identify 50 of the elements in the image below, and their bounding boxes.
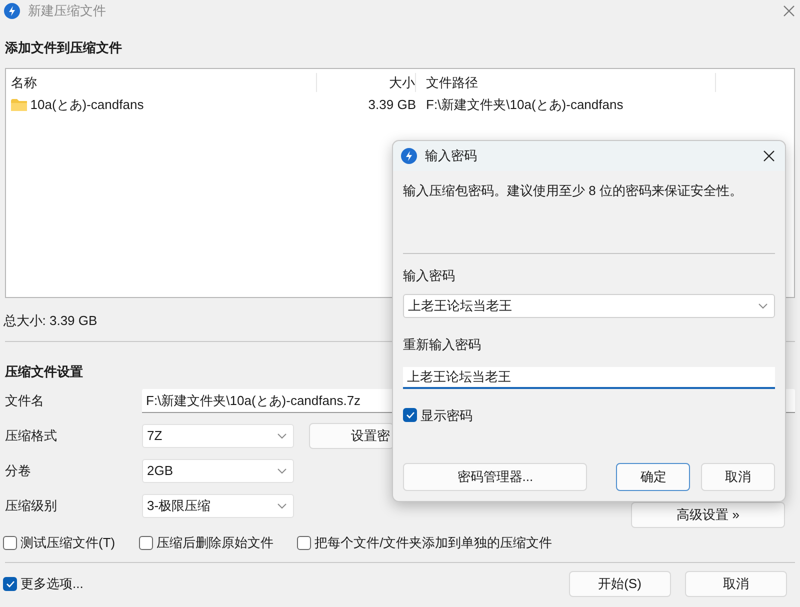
chevron-icon — [277, 468, 287, 474]
ok-button[interactable]: 确定 — [616, 463, 690, 491]
checkbox-label: 把每个文件/文件夹添加到单独的压缩文件 — [314, 534, 552, 552]
chevron-icon — [277, 433, 287, 439]
column-header[interactable]: 文件路径 — [416, 72, 716, 92]
password-field[interactable]: 上老王论坛当老王 — [403, 294, 775, 318]
checkbox[interactable] — [139, 536, 154, 550]
confirm-password-field[interactable]: 上老王论坛当老王 — [403, 366, 775, 388]
check-icon — [5, 578, 16, 588]
dialog-message: 输入压缩包密码。建议使用至少 8 位的密码来保证安全性。 — [403, 182, 742, 200]
checkbox[interactable] — [297, 536, 312, 550]
checkbox-label: 更多选项... — [20, 574, 84, 593]
field-label: 重新输入密码 — [403, 336, 481, 354]
app-icon — [401, 148, 417, 164]
cancel-button[interactable]: 取消 — [701, 463, 775, 491]
column-header[interactable]: 大小 — [317, 72, 416, 92]
password-manager-button[interactable]: 密码管理器... — [403, 463, 588, 491]
checkbox[interactable] — [3, 576, 18, 590]
window-title: 新建压缩文件 — [28, 2, 107, 20]
cancel-button[interactable]: 取消 — [684, 570, 787, 596]
start-button[interactable]: 开始(S) — [568, 570, 671, 596]
set-password-button[interactable]: 设置密 — [309, 423, 394, 449]
field-label: 压缩级别 — [5, 497, 58, 516]
check-icon — [405, 410, 415, 420]
dropdown[interactable]: 2GB — [142, 459, 294, 483]
dropdown[interactable]: 3-极限压缩 — [142, 494, 294, 518]
checkbox[interactable] — [3, 536, 18, 550]
checkbox-label: 显示密码 — [420, 406, 472, 424]
section-heading: 压缩文件设置 — [4, 363, 84, 381]
section-heading: 添加文件到压缩文件 — [4, 39, 123, 57]
checkbox-label: 压缩后删除原始文件 — [156, 534, 274, 552]
file-size: 3.39 GB — [367, 96, 416, 114]
dialog-title: 输入密码 — [425, 147, 478, 166]
column-header[interactable]: 名称 — [6, 72, 317, 92]
field-label: 文件名 — [5, 392, 45, 410]
advanced-settings-button[interactable]: 高级设置 » — [631, 502, 785, 528]
folder-icon — [11, 98, 27, 112]
checkbox[interactable] — [403, 408, 417, 422]
close-icon[interactable] — [763, 150, 775, 162]
field-label: 输入密码 — [403, 266, 455, 284]
file-path: F:\新建文件夹\10a(とあ)-candfans — [425, 96, 624, 114]
field-label: 压缩格式 — [5, 427, 58, 446]
field-label: 分卷 — [5, 462, 32, 480]
file-name: 10a(とあ)-candfans — [30, 96, 144, 114]
chevron-icon — [758, 303, 768, 309]
checkbox-label: 测试压缩文件(T) — [20, 534, 116, 552]
dropdown[interactable]: 7Z — [142, 424, 294, 448]
app-icon — [4, 3, 20, 19]
total-size: 总大小: 3.39 GB — [2, 312, 98, 330]
chevron-icon — [277, 503, 287, 509]
